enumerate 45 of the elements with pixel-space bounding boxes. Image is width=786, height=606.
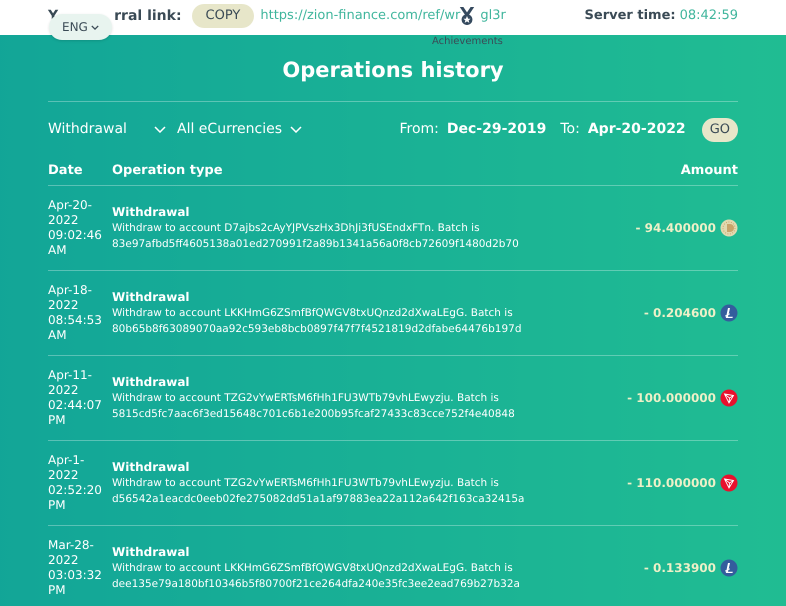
from-date[interactable]: Dec-29-2019	[446, 119, 546, 140]
amount: - 0.204600	[644, 304, 716, 322]
copy-button[interactable]: COPY	[192, 4, 254, 28]
date-cell-text: Apr-18-2022 08:54:53 AM	[48, 282, 103, 342]
coin-icon	[720, 388, 738, 406]
operation-type: Withdrawal	[112, 458, 191, 474]
amount: - 100.000000	[627, 390, 716, 406]
amount: - 94.400000	[635, 220, 716, 236]
chevron-down-icon	[290, 126, 302, 133]
coin-icon	[720, 304, 738, 322]
operation-details: Withdraw to account LKKHmG6ZSmfBfQWGV8txUQnzd2dXwaLEgG. Batch is dee135e79a180bf10346b5f80700f21ce264dfa240e35fc3ee2ead769b27b32a	[112, 560, 521, 592]
date-cell-text: Apr-1-2022 02:52:20 PM	[48, 452, 103, 512]
server-time: 08:42:59	[680, 7, 738, 26]
operation-details: Withdraw to account TZG2vYwERTsM6fHh1FU3WTb79vhLEwyzju. Batch is d56542a1eacdc0eeb02fe275082dd51a1af97883ea22a112a642f163ca32415a	[112, 476, 526, 506]
amount: - 110.000000	[627, 474, 716, 492]
column-header: Operation type	[112, 162, 224, 180]
achievements-label[interactable]: Achievements	[432, 37, 503, 47]
referral-label: rral link:	[114, 6, 182, 26]
date-cell-text: Apr-20-2022 09:02:46 AM	[48, 198, 103, 258]
operation-details: Withdraw to account D7ajbs2cAyYJPVszHx3DhJi3fUSEndxFTn. Batch is 83e97afbd5ff4605138a01ed270991f2a89b1341a56a0f8cb72609f1480d2b70	[112, 220, 520, 252]
operation-type: Withdrawal	[112, 374, 191, 390]
date-cell-text: Apr-11-2022 02:44:07 PM	[48, 368, 103, 428]
coin-icon	[720, 218, 738, 236]
server-time-label: Server time:	[584, 7, 676, 26]
column-header: Amount	[680, 162, 738, 180]
chevron-down-icon	[154, 126, 166, 133]
to-date[interactable]: Apr-20-2022	[588, 119, 686, 140]
go-button[interactable]: GO	[702, 118, 738, 142]
coin-icon	[720, 558, 738, 576]
operation-type: Withdrawal	[112, 204, 191, 220]
coin-icon	[720, 474, 738, 492]
column-header: Date	[48, 162, 84, 180]
from-label: From:	[399, 120, 439, 139]
to-label: To:	[560, 120, 580, 139]
operation-details: Withdraw to account TZG2vYwERTsM6fHh1FU3WTb79vhLEwyzju. Batch is 5815cd5fc7aac6f3ed15648c701c6b1e200b95fcaf27433c83cce752f4e40848	[112, 390, 516, 422]
referral-link[interactable]: gl3r	[480, 6, 506, 26]
operation-dropdown[interactable]: Withdrawal	[48, 119, 166, 140]
amount: - 0.133900	[644, 560, 716, 576]
referral-link[interactable]: https://zion-finance.com/ref/wr	[260, 6, 460, 26]
currency-dropdown[interactable]: All eCurrencies	[177, 119, 302, 140]
operation-details: Withdraw to account LKKHmG6ZSmfBfQWGV8txUQnzd2dXwaLEgG. Batch is 80b65b8f63089070aa92c593eb8bcb0897f47f7f4521819d2dfabe64476b197d	[112, 306, 522, 336]
chevron-down-icon	[90, 24, 99, 30]
operation-type: Withdrawal	[112, 544, 191, 560]
date-cell-text: Mar-28-2022 03:03:32 PM	[48, 538, 103, 598]
operation-type: Withdrawal	[112, 288, 191, 304]
